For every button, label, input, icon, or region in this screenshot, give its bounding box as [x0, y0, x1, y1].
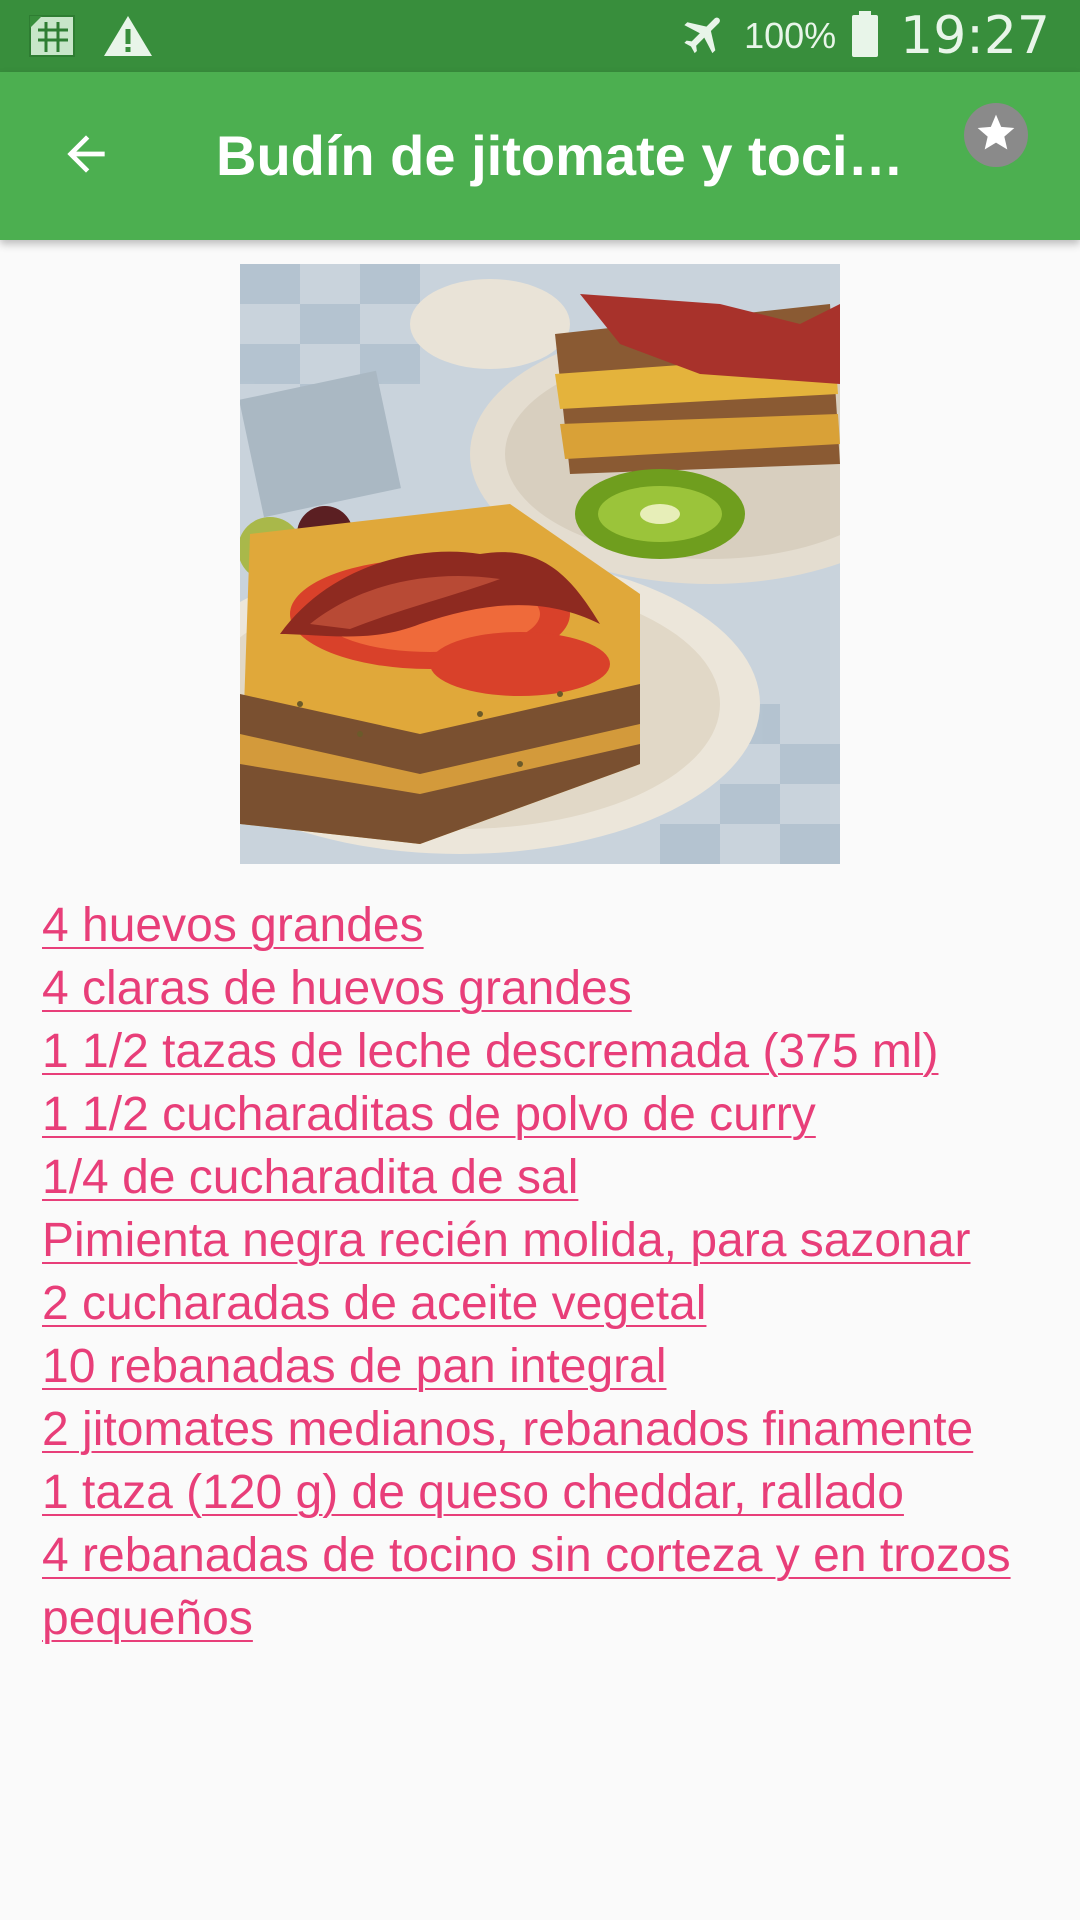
status-time: 19:27: [900, 6, 1050, 66]
battery-icon: [850, 9, 880, 64]
ingredient-link[interactable]: 1/4 de cucharadita de sal: [42, 1146, 1062, 1209]
ingredient-link[interactable]: 4 claras de huevos grandes: [42, 957, 1062, 1020]
status-bar: 100% 19:27: [0, 0, 1080, 72]
ingredient-link[interactable]: 2 cucharadas de aceite vegetal: [42, 1272, 1062, 1335]
recipe-image: [240, 264, 840, 864]
ingredient-link[interactable]: 1 1/2 tazas de leche descremada (375 ml): [42, 1020, 1062, 1083]
page-title: Budín de jitomate y tocino: [216, 124, 906, 187]
ingredient-link[interactable]: 1 1/2 cucharaditas de polvo de curry: [42, 1083, 1062, 1146]
ingredient-link[interactable]: 2 jitomates medianos, rebanados finament…: [42, 1398, 1062, 1461]
arrow-back-icon: [58, 126, 114, 187]
ingredient-link[interactable]: 1 taza (120 g) de queso cheddar, rallado: [42, 1461, 1062, 1524]
star-icon: [974, 111, 1018, 160]
ingredient-link[interactable]: 4 rebanadas de tocino sin corteza y en t…: [42, 1524, 1062, 1650]
app-bar: Budín de jitomate y tocino: [0, 72, 1080, 240]
sim-card-icon: [28, 12, 78, 65]
back-button[interactable]: [44, 114, 128, 198]
ingredient-link[interactable]: 10 rebanadas de pan integral: [42, 1335, 1062, 1398]
ingredient-link[interactable]: Pimienta negra recién molida, para sazon…: [42, 1209, 1062, 1272]
ingredient-link[interactable]: 4 huevos grandes: [42, 894, 1062, 957]
status-bar-left: [28, 12, 154, 65]
battery-percentage: 100%: [744, 15, 837, 56]
airplane-icon: [680, 9, 730, 64]
ingredients-list: 4 huevos grandes 4 claras de huevos gran…: [42, 894, 1062, 1650]
recipe-photo: [240, 264, 840, 864]
status-bar-right: 100% 19:27: [680, 0, 1050, 72]
favorite-button[interactable]: [964, 103, 1028, 167]
warning-icon: [102, 12, 154, 65]
